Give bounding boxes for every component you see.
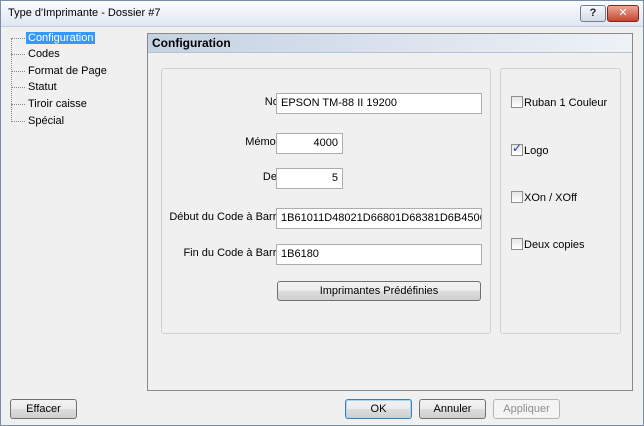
help-button[interactable]: ? bbox=[580, 5, 606, 22]
tree-item-label: Statut bbox=[28, 81, 57, 93]
printer-settings-group: Nom EPSON TM-88 II 19200 Mémoire 4000 De… bbox=[161, 68, 491, 334]
checkbox-box: ✓ bbox=[511, 141, 523, 156]
checkbox-box bbox=[511, 191, 523, 203]
checkbox-label: Deux copies bbox=[524, 239, 585, 251]
debut-code-barres-field[interactable]: 1B61011D48021D66801D68381D6B4506 bbox=[276, 208, 482, 229]
tree-branch-line bbox=[11, 120, 25, 122]
logo-checkbox[interactable]: ✓ Logo bbox=[511, 141, 549, 158]
fin-code-barres-field[interactable]: 1B6180 bbox=[276, 244, 482, 265]
tree-branch-line bbox=[11, 37, 25, 39]
printer-type-dialog: Type d'Imprimante - Dossier #7 ? ✕ Confi… bbox=[0, 0, 644, 426]
nom-field[interactable]: EPSON TM-88 II 19200 bbox=[276, 93, 482, 114]
checkmark-icon: ✓ bbox=[512, 141, 523, 155]
configuration-panel: Configuration Nom EPSON TM-88 II 19200 M… bbox=[147, 33, 633, 391]
deux-copies-checkbox[interactable]: Deux copies bbox=[511, 238, 585, 252]
fin-code-barres-label: Fin du Code à Barres bbox=[183, 247, 288, 259]
tree-branch-line bbox=[11, 70, 25, 72]
tree-item-label: Spécial bbox=[28, 115, 65, 127]
delai-field[interactable]: 5 bbox=[276, 168, 343, 189]
window-title: Type d'Imprimante - Dossier #7 bbox=[8, 7, 161, 19]
tree-branch-line bbox=[11, 103, 25, 105]
annuler-button[interactable]: Annuler bbox=[419, 399, 486, 419]
tree-branch-line bbox=[11, 86, 25, 88]
xon-xoff-checkbox[interactable]: XOn / XOff bbox=[511, 191, 577, 205]
tree-item-tiroir-caisse[interactable]: Tiroir caisse bbox=[7, 97, 89, 112]
checkbox-label: Ruban 1 Couleur bbox=[524, 97, 608, 109]
options-group: Ruban 1 Couleur ✓ Logo XOn / XOff Deux co… bbox=[500, 68, 621, 334]
tree-item-statut[interactable]: Statut bbox=[7, 80, 59, 95]
panel-title: Configuration bbox=[148, 34, 632, 53]
checkbox-label: Logo bbox=[524, 145, 549, 157]
ok-button[interactable]: OK bbox=[345, 399, 412, 419]
tree-item-format-de-page[interactable]: Format de Page bbox=[7, 64, 109, 79]
ruban-1-couleur-checkbox[interactable]: Ruban 1 Couleur bbox=[511, 96, 607, 110]
checkbox-label: XOn / XOff bbox=[524, 192, 577, 204]
tree-item-label: Codes bbox=[28, 48, 60, 60]
debut-code-barres-label: Début du Code à Barres bbox=[169, 211, 288, 223]
close-button[interactable]: ✕ bbox=[607, 5, 639, 22]
memoire-field[interactable]: 4000 bbox=[276, 133, 343, 154]
tree-item-label: Format de Page bbox=[28, 65, 107, 77]
tree-item-codes[interactable]: Codes bbox=[7, 47, 62, 62]
effacer-button[interactable]: Effacer bbox=[10, 399, 77, 419]
settings-tree: Configuration Codes Format de Page Statu… bbox=[7, 31, 145, 391]
tree-item-label: Tiroir caisse bbox=[28, 98, 87, 110]
title-bar: Type d'Imprimante - Dossier #7 ? ✕ bbox=[1, 1, 643, 27]
tree-item-configuration[interactable]: Configuration bbox=[7, 31, 96, 46]
tree-item-label: Configuration bbox=[26, 32, 96, 44]
checkbox-box bbox=[511, 96, 523, 108]
tree-branch-line bbox=[11, 53, 25, 55]
appliquer-button[interactable]: Appliquer bbox=[493, 399, 560, 419]
imprimantes-predefinies-button[interactable]: Imprimantes Prédéfinies bbox=[277, 281, 481, 301]
tree-item-special[interactable]: Spécial bbox=[7, 114, 66, 129]
checkbox-box bbox=[511, 238, 523, 250]
